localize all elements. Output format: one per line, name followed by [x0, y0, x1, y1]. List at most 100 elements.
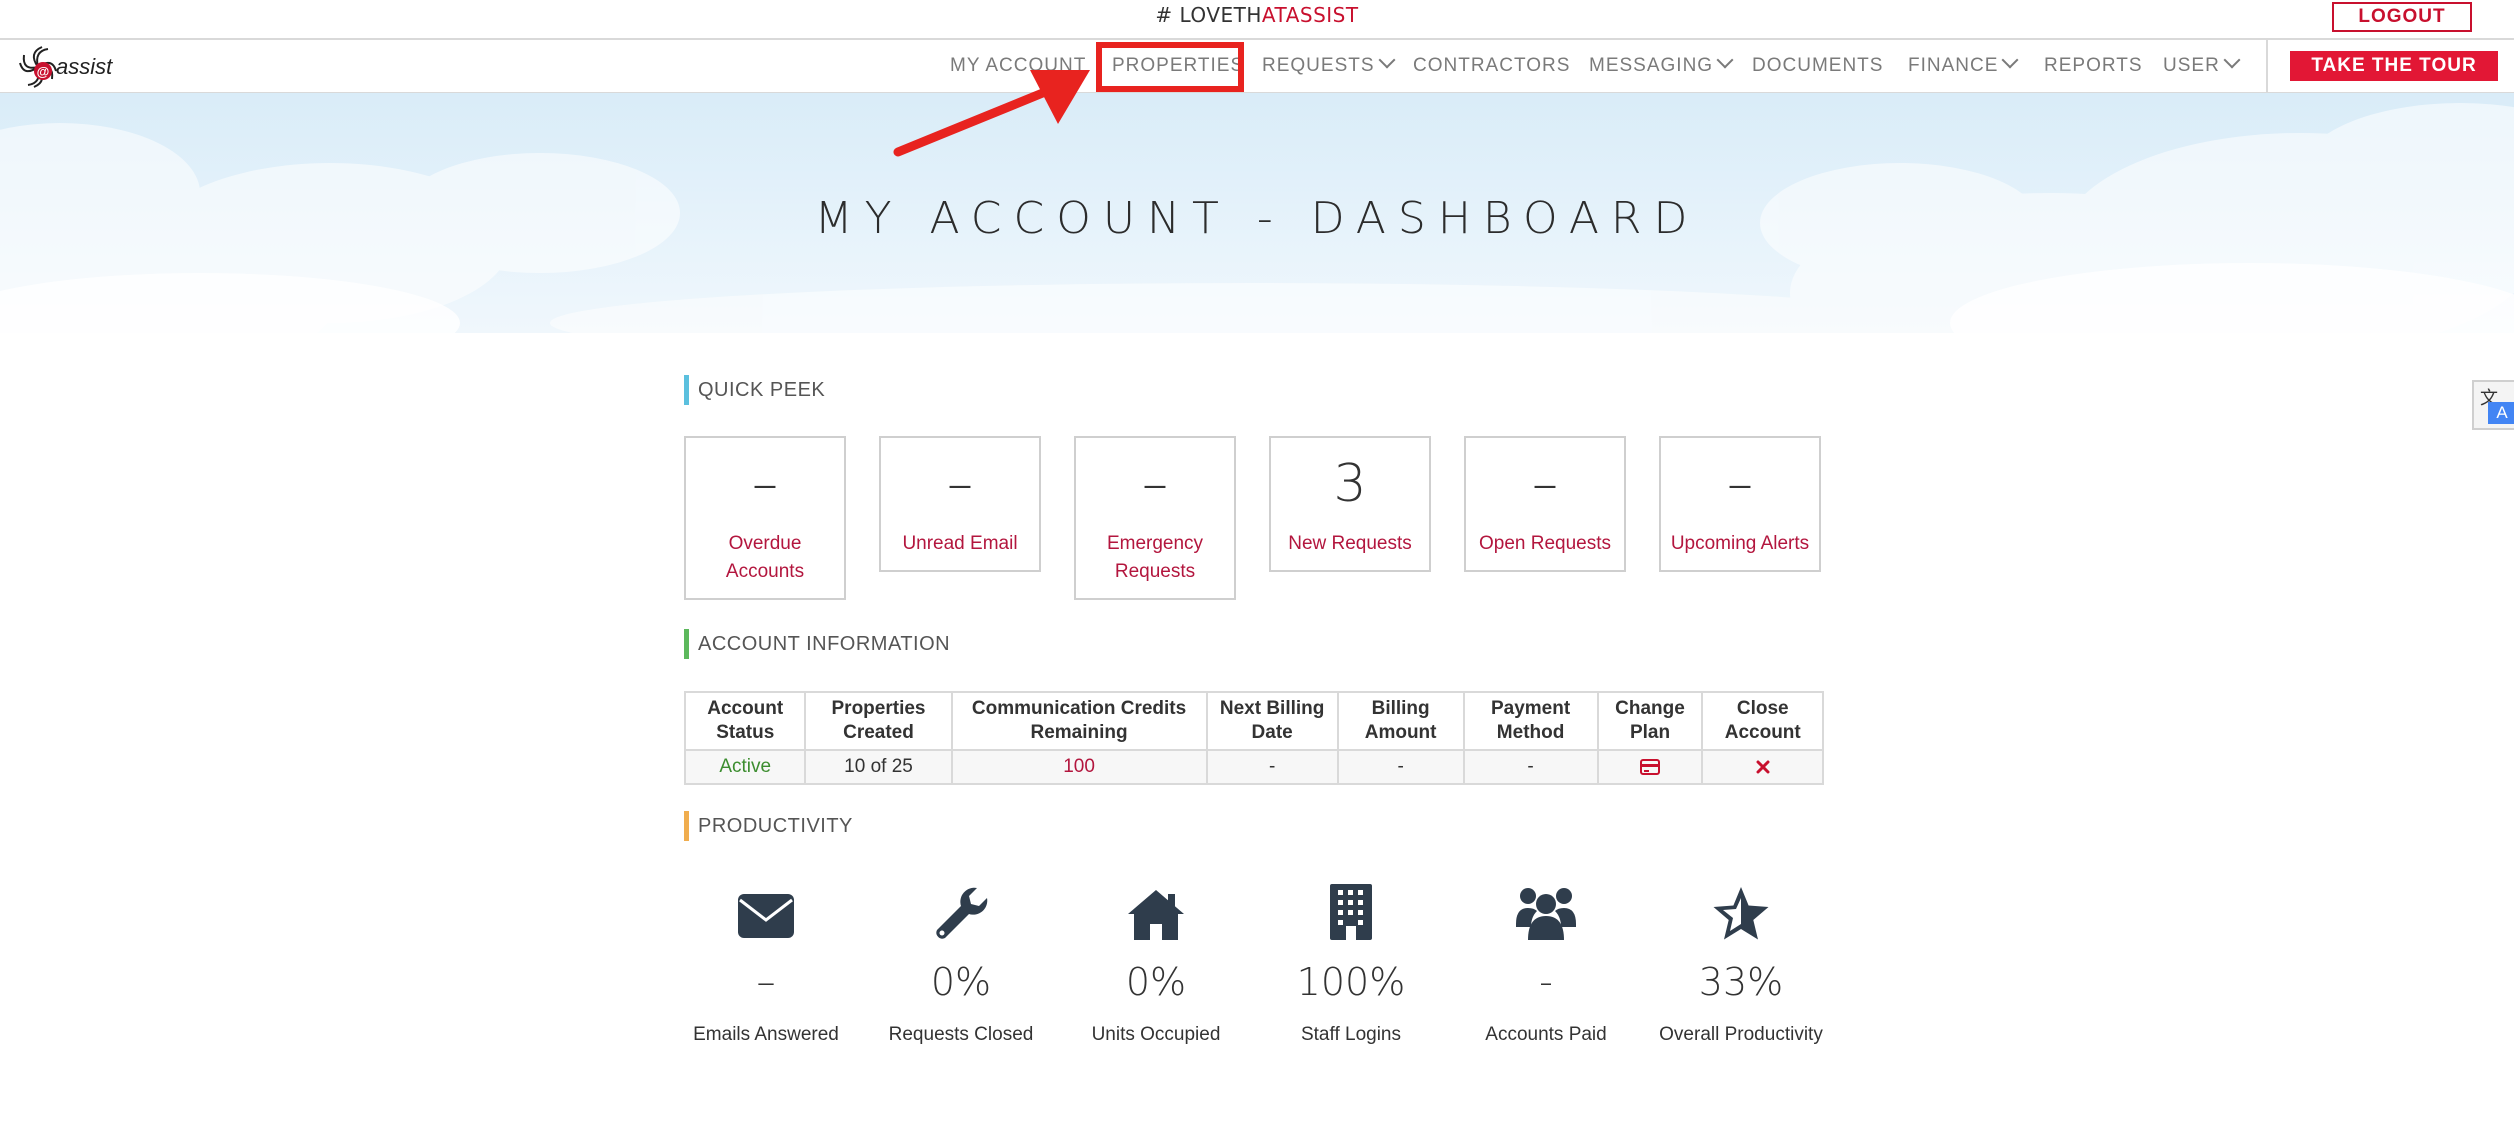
nav-requests-label: REQUESTS [1262, 55, 1375, 76]
productivity-value: 33% [1698, 960, 1784, 1004]
peek-value: – [1532, 454, 1558, 514]
productivity-value: 0% [930, 960, 992, 1004]
credits-remaining-cell[interactable]: 100 [950, 749, 1208, 785]
nav-documents[interactable]: DOCUMENTS [1752, 40, 1883, 92]
productivity-icon-wrap [1456, 880, 1636, 950]
nav-contractors-label: CONTRACTORS [1413, 55, 1571, 76]
nav-user-label: USER [2163, 55, 2220, 76]
hashtag-prefix: # LOVETH [1155, 3, 1262, 27]
top-bar: # LOVETHATASSIST LOGOUT [0, 0, 2514, 40]
productivity-staff-logins: 100% Staff Logins [1261, 880, 1441, 1046]
account-information-title: ACCOUNT INFORMATION [698, 633, 951, 655]
productivity-label: Overall Productivity [1659, 1024, 1823, 1045]
brand-logo[interactable]: @ assist [16, 44, 126, 90]
nav-documents-label: DOCUMENTS [1752, 55, 1884, 76]
productivity-label: Accounts Paid [1485, 1024, 1607, 1045]
hero-banner: MY ACCOUNT - DASHBOARD [0, 93, 2514, 333]
next-billing-date-cell: - [1205, 749, 1339, 785]
quick-peek-card-emergency-requests[interactable]: – Emergency Requests [1074, 436, 1236, 600]
nav-requests[interactable]: REQUESTS [1262, 40, 1396, 92]
productivity-icon-wrap [1261, 880, 1441, 950]
peek-value: 3 [1333, 454, 1367, 514]
column-header: Payment Method [1462, 691, 1599, 751]
change-plan-cell[interactable] [1596, 749, 1704, 785]
nav-contractors[interactable]: CONTRACTORS [1413, 40, 1570, 92]
hashtag-banner: # LOVETHATASSIST [0, 3, 2514, 27]
chevron-down-icon [2001, 51, 2019, 69]
productivity-heading: PRODUCTIVITY [684, 811, 853, 841]
productivity-requests-closed: 0% Requests Closed [871, 880, 1051, 1046]
chevron-down-icon [2223, 51, 2241, 69]
close-account-cell[interactable] [1701, 749, 1824, 785]
properties-highlight-box [1096, 42, 1244, 92]
productivity-overall-productivity: 33% Overall Productivity [1651, 880, 1831, 1046]
properties-created-cell: 10 of 25 [804, 749, 953, 785]
column-header: Close Account [1701, 691, 1824, 751]
peek-label: New Requests [1288, 533, 1412, 554]
productivity-emails-answered: – Emails Answered [676, 880, 856, 1046]
account-information-table: Account Status Properties Created Commun… [683, 691, 1824, 785]
nav-divider [2266, 40, 2268, 92]
productivity-value: - [1539, 960, 1553, 1004]
section-accent-bar [684, 629, 689, 659]
productivity-accounts-paid: - Accounts Paid [1456, 880, 1636, 1046]
peek-label: Unread Email [902, 533, 1018, 554]
envelope-icon [738, 894, 794, 938]
nav-messaging[interactable]: MESSAGING [1589, 40, 1734, 92]
take-the-tour-button[interactable]: TAKE THE TOUR [2290, 51, 2498, 81]
nav-finance[interactable]: FINANCE [1908, 40, 2019, 92]
home-icon [1128, 890, 1184, 940]
productivity-icon-wrap [676, 880, 856, 950]
payment-method-cell: - [1462, 749, 1599, 785]
section-accent-bar [684, 811, 689, 841]
chevron-down-icon [1378, 51, 1396, 69]
close-x-icon[interactable] [1756, 760, 1770, 774]
productivity-value: 0% [1125, 960, 1187, 1004]
red-arrow-annotation [893, 70, 1090, 157]
nav-reports-label: REPORTS [2044, 55, 2143, 76]
star-icon [1713, 887, 1769, 940]
column-header: Properties Created [804, 691, 953, 751]
translate-a-badge: A [2488, 402, 2514, 424]
wrench-icon [936, 887, 988, 939]
peek-label: Upcoming Alerts [1670, 533, 1810, 554]
quick-peek-card-overdue-accounts[interactable]: – Overdue Accounts [684, 436, 846, 600]
svg-text:@: @ [37, 64, 50, 79]
account-information-heading: ACCOUNT INFORMATION [684, 629, 950, 659]
peek-value: – [1142, 454, 1168, 514]
main-nav-bar: @ assist MY ACCOUNT PROPERTIES REQUESTS … [0, 40, 2514, 94]
productivity-value: 100% [1296, 960, 1406, 1004]
productivity-value: – [756, 960, 776, 1004]
logo-text: assist [56, 54, 113, 79]
productivity-icon-wrap [871, 880, 1051, 950]
productivity-label: Requests Closed [888, 1024, 1034, 1045]
column-header: Billing Amount [1336, 691, 1465, 751]
building-icon [1330, 884, 1372, 940]
quick-peek-card-upcoming-alerts[interactable]: – Upcoming Alerts [1659, 436, 1821, 572]
quick-peek-title: QUICK PEEK [698, 379, 826, 401]
peek-label: Overdue Accounts [725, 533, 805, 582]
account-status-cell: Active [683, 749, 807, 785]
section-accent-bar [684, 375, 689, 405]
peek-value: – [1727, 454, 1753, 514]
productivity-label: Units Occupied [1091, 1024, 1221, 1045]
peek-label: Emergency Requests [1106, 533, 1204, 582]
quick-peek-card-new-requests[interactable]: 3 New Requests [1269, 436, 1431, 572]
nav-reports[interactable]: REPORTS [2044, 40, 2143, 92]
productivity-label: Staff Logins [1300, 1024, 1401, 1045]
page-title: MY ACCOUNT - DASHBOARD [814, 193, 1700, 244]
hashtag-accent: ATASSIST [1261, 3, 1359, 27]
column-header: Communication Credits Remaining [950, 691, 1208, 751]
nav-user[interactable]: USER [2163, 40, 2241, 92]
column-header: Next Billing Date [1205, 691, 1339, 751]
column-header: Account Status [683, 691, 807, 751]
productivity-icon-wrap [1066, 880, 1246, 950]
quick-peek-heading: QUICK PEEK [684, 375, 825, 405]
logout-button[interactable]: LOGOUT [2332, 2, 2472, 32]
credit-card-icon[interactable] [1640, 758, 1660, 775]
translate-widget[interactable]: 文 A [2472, 380, 2514, 430]
peek-label: Open Requests [1478, 533, 1612, 554]
quick-peek-card-open-requests[interactable]: – Open Requests [1464, 436, 1626, 572]
quick-peek-card-unread-email[interactable]: – Unread Email [879, 436, 1041, 572]
chevron-down-icon [1716, 51, 1734, 69]
